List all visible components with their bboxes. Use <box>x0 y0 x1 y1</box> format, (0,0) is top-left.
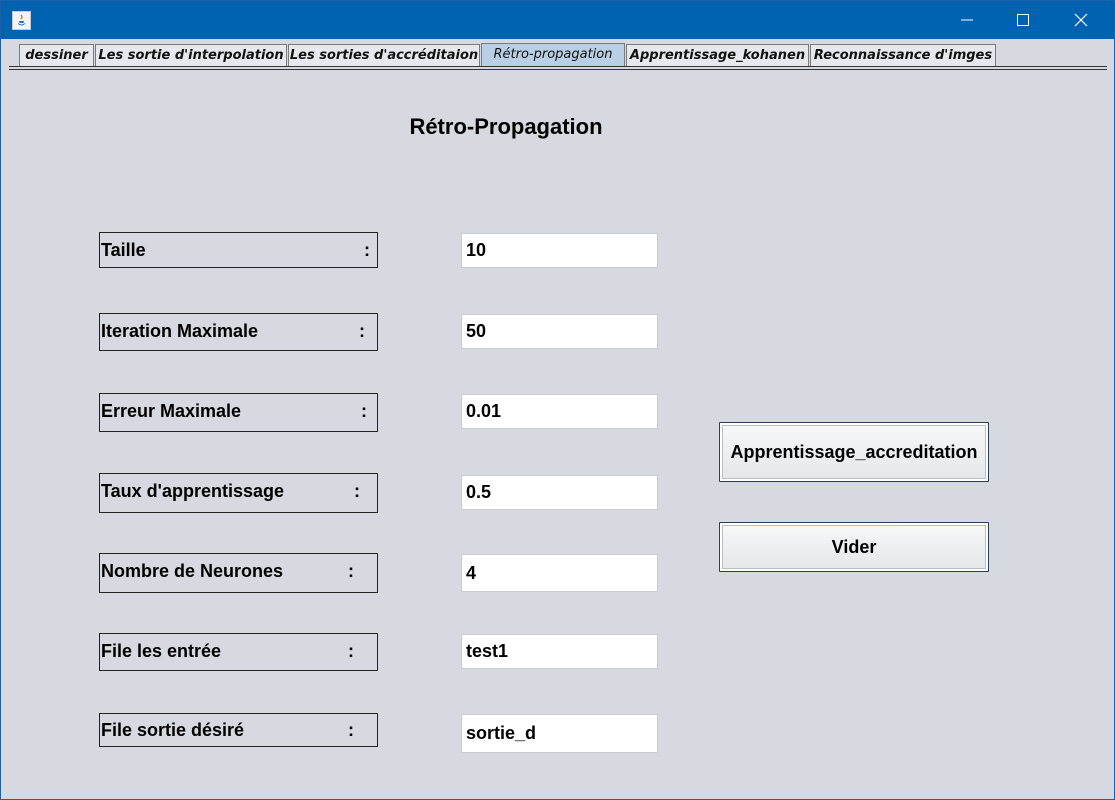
page-title: Rétro-Propagation <box>409 114 603 139</box>
nombre-neurones-label: Nombre de Neurones <box>101 561 284 581</box>
erreur-maximale-label-box: Erreur Maximale : <box>99 393 378 432</box>
tab-divider <box>9 66 1107 67</box>
tab-apprentissage-kohanen[interactable]: Apprentissage_kohanen <box>626 44 809 66</box>
iteration-maximale-label-box: Iteration Maximale : <box>99 313 378 351</box>
file-entree-label-box: File les entrée : <box>99 633 378 671</box>
file-sortie-desire-input[interactable] <box>461 714 658 753</box>
tab-bar: dessiner Les sortie d'interpolation Les … <box>1 39 1114 71</box>
erreur-maximale-colon: : <box>361 401 367 421</box>
taille-label-box: Taille : <box>99 232 378 268</box>
app-window: dessiner Les sortie d'interpolation Les … <box>0 0 1115 800</box>
file-sortie-desire-colon: : <box>348 720 354 740</box>
file-sortie-desire-label-box: File sortie désiré : <box>99 713 378 747</box>
tab-dessiner[interactable]: dessiner <box>19 44 94 66</box>
nombre-neurones-input[interactable] <box>461 554 658 592</box>
tab-retro-propagation[interactable]: Rétro-propagation <box>481 43 625 67</box>
nombre-neurones-colon: : <box>348 561 354 581</box>
file-sortie-desire-label: File sortie désiré <box>101 720 245 740</box>
nombre-neurones-label-box: Nombre de Neurones : <box>99 553 378 593</box>
maximize-button[interactable] <box>1000 1 1046 39</box>
iteration-maximale-input[interactable] <box>461 314 658 349</box>
iteration-maximale-label: Iteration Maximale <box>101 321 259 341</box>
taille-input[interactable] <box>461 233 658 268</box>
taux-apprentissage-label-box: Taux d'apprentissage : <box>99 473 378 513</box>
taux-apprentissage-input[interactable] <box>461 475 658 510</box>
file-entree-input[interactable] <box>461 634 658 669</box>
tab-reconnaissance-images[interactable]: Reconnaissance d'imges <box>810 44 996 66</box>
iteration-maximale-colon: : <box>359 321 365 341</box>
apprentissage-accreditation-button[interactable]: Apprentissage_accreditation <box>719 422 989 482</box>
minimize-button[interactable] <box>944 1 990 39</box>
close-button[interactable] <box>1058 1 1104 39</box>
file-entree-label: File les entrée <box>101 641 222 661</box>
title-bar[interactable] <box>1 1 1114 39</box>
tab-divider-bottom <box>9 69 1107 70</box>
erreur-maximale-input[interactable] <box>461 394 658 429</box>
taux-apprentissage-label: Taux d'apprentissage <box>101 481 284 501</box>
file-entree-colon: : <box>348 641 354 661</box>
taille-label: Taille <box>101 240 146 260</box>
taux-apprentissage-colon: : <box>354 481 360 501</box>
vider-button[interactable]: Vider <box>719 522 989 572</box>
taille-colon: : <box>364 240 370 260</box>
tab-sortie-interpolation[interactable]: Les sortie d'interpolation <box>95 44 287 66</box>
java-app-icon[interactable] <box>12 11 31 30</box>
erreur-maximale-label: Erreur Maximale <box>101 401 242 421</box>
tab-sorties-accreditation[interactable]: Les sorties d'accréditaion <box>288 44 480 66</box>
